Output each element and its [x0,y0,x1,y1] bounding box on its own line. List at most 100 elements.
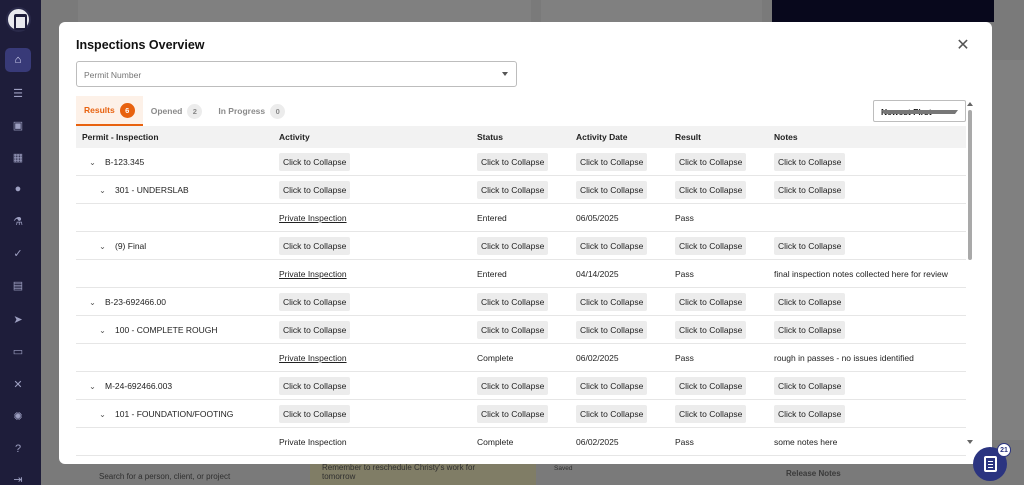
collapse-button[interactable]: Click to Collapse [279,320,351,339]
collapse-button[interactable]: Click to Collapse [675,320,747,339]
collapse-button[interactable]: Click to Collapse [477,236,549,255]
logout-icon[interactable]: ⇥ [5,467,31,485]
column-header[interactable]: Permit - Inspection [76,132,279,142]
scroll-up-icon[interactable] [967,102,973,106]
collapse-button[interactable]: Click to Collapse [576,152,648,171]
collapse-button[interactable]: Click to Collapse [576,292,648,311]
app-logo[interactable] [6,7,31,32]
collapse-button[interactable]: Click to Collapse [774,180,846,199]
group-label: B-23-692466.00 [105,296,166,307]
chevron-down-icon[interactable]: ⌄ [98,242,107,251]
collapse-button[interactable]: Click to Collapse [279,152,351,171]
table-cell: Click to Collapse [675,376,774,395]
send-icon[interactable]: ➤ [5,307,31,331]
collapse-button[interactable]: Click to Collapse [675,152,747,171]
collapse-button[interactable]: Click to Collapse [576,236,648,255]
table-cell: Click to Collapse [279,376,477,395]
collapse-button[interactable]: Click to Collapse [675,376,747,395]
scroll-down-icon[interactable] [967,440,973,444]
chevron-down-icon[interactable]: ⌄ [88,298,97,307]
chevron-down-icon[interactable]: ⌄ [98,410,107,419]
person-icon[interactable]: ● [5,177,31,201]
clipboard-fab-button[interactable]: 21 [973,443,1011,481]
notes-cell: some notes here [774,436,838,447]
collapse-button[interactable]: Click to Collapse [675,292,747,311]
sort-select[interactable]: Newest First [873,100,966,122]
column-header[interactable]: Activity [279,132,477,142]
column-header[interactable]: Result [675,132,774,142]
chevron-down-icon[interactable]: ⌄ [98,326,107,335]
collapse-button[interactable]: Click to Collapse [774,320,846,339]
tab-results[interactable]: Results 6 [76,96,143,126]
group-cell[interactable]: ⌄ 101 - FOUNDATION/FOOTING [76,409,279,419]
collapse-button[interactable]: Click to Collapse [279,180,351,199]
chevron-down-icon[interactable]: ⌄ [98,186,107,195]
table-cell: Click to Collapse [279,180,477,199]
gear-icon[interactable]: ✺ [5,404,31,428]
calendar-icon[interactable]: ▦ [5,145,31,169]
collapse-button[interactable]: Click to Collapse [675,236,747,255]
collapse-button[interactable]: Click to Collapse [279,376,351,395]
collapse-button[interactable]: Click to Collapse [576,320,648,339]
collapse-button[interactable]: Click to Collapse [477,404,549,423]
group-cell[interactable]: ⌄ (9) Final [76,241,279,251]
check-circle-icon[interactable]: ✓ [5,241,31,265]
activity-link[interactable]: Private Inspection [279,437,347,447]
tab-in-progress[interactable]: In Progress 0 [210,96,293,126]
collapse-button[interactable]: Click to Collapse [477,180,549,199]
home-icon[interactable]: ⌂ [5,48,31,72]
collapse-button[interactable]: Click to Collapse [279,404,351,423]
bg-card [78,0,531,22]
collapse-button[interactable]: Click to Collapse [477,376,549,395]
table-cell: Click to Collapse [774,292,966,311]
collapse-button[interactable]: Click to Collapse [774,404,846,423]
collapse-button[interactable]: Click to Collapse [279,292,351,311]
collapse-button[interactable]: Click to Collapse [279,236,351,255]
group-cell[interactable]: ⌄ B-23-692466.00 [76,297,279,307]
collapse-button[interactable]: Click to Collapse [774,152,846,171]
activity-link[interactable]: Private Inspection [279,269,347,279]
modal-title: Inspections Overview [76,38,205,52]
collapse-button[interactable]: Click to Collapse [774,376,846,395]
close-icon[interactable]: ✕ [955,38,971,54]
column-header[interactable]: Status [477,132,576,142]
collapse-button[interactable]: Click to Collapse [477,320,549,339]
collapse-button[interactable]: Click to Collapse [576,376,648,395]
table-row: Private Inspection Entered 06/05/2025 Pass [76,204,966,232]
collapse-button[interactable]: Click to Collapse [576,404,648,423]
group-cell[interactable]: ⌄ B-123.345 [76,157,279,167]
table-row: Private Inspection Complete 06/02/2025 Pass… [76,344,966,372]
collapse-button[interactable]: Click to Collapse [675,180,747,199]
permit-number-select[interactable]: Permit Number [76,61,517,87]
group-cell[interactable]: ⌄ M-24-692466.003 [76,381,279,391]
group-cell[interactable]: ⌄ 100 - COMPLETE ROUGH [76,325,279,335]
clipboard-icon[interactable]: ▤ [5,273,31,297]
column-header[interactable]: Activity Date [576,132,675,142]
activity-link[interactable]: Private Inspection [279,213,347,223]
collapse-button[interactable]: Click to Collapse [774,236,846,255]
table-cell: Click to Collapse [774,180,966,199]
scrollbar[interactable] [967,102,973,462]
group-indent: ⌄ 101 - FOUNDATION/FOOTING [82,409,233,419]
tab-opened[interactable]: Opened 2 [143,96,211,126]
collapse-button[interactable]: Click to Collapse [774,292,846,311]
collapse-button[interactable]: Click to Collapse [675,404,747,423]
collapse-button[interactable]: Click to Collapse [477,292,549,311]
tools-icon[interactable]: ✕ [5,372,31,396]
collapse-button[interactable]: Click to Collapse [576,180,648,199]
collapse-button[interactable]: Click to Collapse [477,152,549,171]
flask-icon[interactable]: ⚗ [5,209,31,233]
card-icon[interactable]: ▭ [5,339,31,363]
group-indent: ⌄ M-24-692466.003 [82,381,172,391]
chevron-down-icon[interactable]: ⌄ [88,158,97,167]
group-cell[interactable]: ⌄ 301 - UNDERSLAB [76,185,279,195]
briefcase-icon[interactable]: ▣ [5,113,31,137]
chevron-down-icon[interactable]: ⌄ [88,382,97,391]
table-cell: Click to Collapse [477,236,576,255]
list-icon[interactable]: ☰ [5,81,31,105]
table-cell: Click to Collapse [774,236,966,255]
column-header[interactable]: Notes [774,132,966,142]
help-icon[interactable]: ? [5,437,31,461]
activity-link[interactable]: Private Inspection [279,353,347,363]
scrollbar-thumb[interactable] [968,110,972,260]
